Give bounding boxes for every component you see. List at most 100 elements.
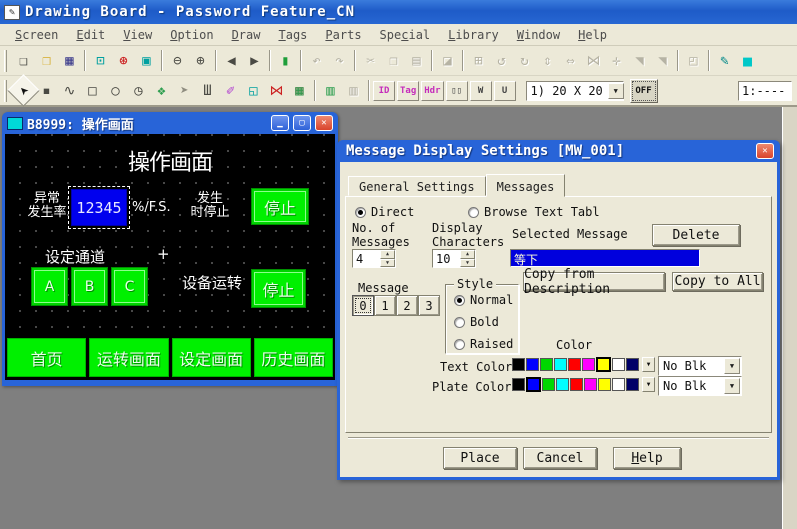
next-screen-icon[interactable]: ▶ xyxy=(243,49,266,72)
channel-c-button[interactable]: C xyxy=(111,267,148,306)
ellipse-tool-icon[interactable]: ○ xyxy=(104,79,127,102)
open-file-icon[interactable]: ❒ xyxy=(35,49,58,72)
numeric-display[interactable]: 12345 xyxy=(71,189,127,226)
graph-u-icon[interactable]: U xyxy=(494,81,516,101)
close-button[interactable]: ✕ xyxy=(315,115,333,131)
id-display-field[interactable]: 1:---- xyxy=(738,81,792,101)
nav-history-button[interactable]: 历史画面 xyxy=(254,338,333,377)
alarm-icon[interactable]: ⊛ xyxy=(112,49,135,72)
paste-icon[interactable]: ▤ xyxy=(405,49,428,72)
rectangle-tool-icon[interactable]: □ xyxy=(81,79,104,102)
copy-icon[interactable]: ❐ xyxy=(382,49,405,72)
toolbar-grip[interactable] xyxy=(4,50,7,72)
new-file-icon[interactable]: ❏ xyxy=(12,49,35,72)
menu-draw[interactable]: Draw xyxy=(223,26,270,44)
counter-icon[interactable]: ▯▯ xyxy=(446,81,468,101)
menu-view[interactable]: View xyxy=(114,26,161,44)
help-button[interactable]: Help xyxy=(613,447,681,469)
library-icon[interactable]: ▥ xyxy=(319,79,342,102)
exit-door-icon[interactable]: ▮ xyxy=(274,49,297,72)
tag-tag-icon[interactable]: Tag xyxy=(397,81,419,101)
rotate-right-icon[interactable]: ↻ xyxy=(513,49,536,72)
off-toggle-button[interactable]: OFF xyxy=(630,79,658,103)
menu-help[interactable]: Help xyxy=(569,26,616,44)
grid-size-select[interactable]: 1) 20 X 20 ▼ xyxy=(526,81,624,101)
menu-tags[interactable]: Tags xyxy=(269,26,316,44)
rotate-left-icon[interactable]: ↺ xyxy=(490,49,513,72)
duplicate-icon[interactable]: ⊞ xyxy=(467,49,490,72)
image-tool-icon[interactable]: ▦ xyxy=(288,79,311,102)
menu-edit[interactable]: Edit xyxy=(67,26,114,44)
id-tag-icon[interactable]: ID xyxy=(373,81,395,101)
eraser-icon[interactable]: ◪ xyxy=(436,49,459,72)
redo-icon[interactable]: ↷ xyxy=(328,49,351,72)
hmi-canvas[interactable]: 操作画面 异常 发生率 12345 %/F.S. 发生 时停止 停止 设定通道 … xyxy=(5,134,335,380)
fill-color-icon[interactable]: ■ xyxy=(736,49,759,72)
stop-lamp-bottom[interactable]: 停止 xyxy=(251,269,306,308)
device-run-label[interactable]: 设备运转 xyxy=(182,272,242,293)
shadow-off-icon[interactable]: ◥ xyxy=(651,49,674,72)
nav-run-button[interactable]: 运转画面 xyxy=(89,338,168,377)
shrink-icon[interactable]: ⋈ xyxy=(582,49,605,72)
arrow-shape-icon[interactable]: ➤ xyxy=(173,79,196,102)
scale-tool-icon[interactable]: Ш xyxy=(196,79,219,102)
occur-stop-label[interactable]: 发生 时停止 xyxy=(184,192,236,220)
menu-parts[interactable]: Parts xyxy=(316,26,370,44)
screen-window-title: B8999: 操作画面 xyxy=(27,114,267,133)
toolbar-separator xyxy=(431,50,433,71)
text-tool-icon[interactable]: ✐ xyxy=(219,79,242,102)
dialog-titlebar[interactable]: Message Display Settings [MW_001] ✕ xyxy=(340,140,777,162)
menu-screen[interactable]: Screen xyxy=(6,26,67,44)
overlap-icon[interactable]: ◰ xyxy=(682,49,705,72)
menu-option[interactable]: Option xyxy=(161,26,222,44)
enlarge-icon[interactable]: ✛ xyxy=(605,49,628,72)
zoom-out-icon[interactable]: ⊖ xyxy=(166,49,189,72)
flip-horizontal-icon[interactable]: ⇔ xyxy=(559,49,582,72)
cancel-button[interactable]: Cancel xyxy=(523,447,597,469)
stop-lamp-top[interactable]: 停止 xyxy=(251,188,309,225)
cut-icon[interactable]: ✂ xyxy=(359,49,382,72)
zoom-in-icon[interactable]: ⊕ xyxy=(189,49,212,72)
window-w-icon[interactable]: W xyxy=(470,81,492,101)
menu-special[interactable]: Special xyxy=(371,26,440,44)
minimize-button[interactable]: ▁ xyxy=(271,115,289,131)
menu-window[interactable]: Window xyxy=(508,26,569,44)
hmi-screen-title[interactable]: 操作画面 xyxy=(5,145,335,177)
place-button[interactable]: Place xyxy=(443,447,517,469)
screen-image-icon[interactable]: ▣ xyxy=(135,49,158,72)
library-alt-icon[interactable]: ▥ xyxy=(342,79,365,102)
line-tool-icon[interactable]: ∿ xyxy=(58,79,81,102)
draw-pen-icon[interactable]: ✎ xyxy=(713,49,736,72)
channel-label[interactable]: 设定通道 xyxy=(45,246,105,267)
parts-tool-icon[interactable]: ⋈ xyxy=(265,79,288,102)
dialog-close-button[interactable]: ✕ xyxy=(756,143,774,159)
undo-icon[interactable]: ↶ xyxy=(305,49,328,72)
tab-messages[interactable]: Messages xyxy=(486,174,566,197)
center-mark: + xyxy=(157,245,170,263)
occur-stop-line1: 发生 xyxy=(184,192,236,206)
maximize-button[interactable]: ▢ xyxy=(293,115,311,131)
toolbar-separator xyxy=(708,50,710,71)
shadow-on-icon[interactable]: ◥ xyxy=(628,49,651,72)
occur-stop-line2: 时停止 xyxy=(184,206,236,220)
channel-b-button[interactable]: B xyxy=(71,267,108,306)
channel-a-button[interactable]: A xyxy=(31,267,68,306)
screen-window-titlebar[interactable]: B8999: 操作画面 ▁ ▢ ✕ xyxy=(5,112,335,134)
flip-vertical-icon[interactable]: ⇕ xyxy=(536,49,559,72)
arc-tool-icon[interactable]: ◷ xyxy=(127,79,150,102)
tab-general-settings[interactable]: General Settings xyxy=(348,176,486,196)
prev-screen-icon[interactable]: ◀ xyxy=(220,49,243,72)
nav-home-button[interactable]: 首页 xyxy=(7,338,86,377)
screen-jump-icon[interactable]: ⊡ xyxy=(89,49,112,72)
abnormal-rate-label[interactable]: 异常 发生率 xyxy=(21,192,73,220)
toolbar-separator xyxy=(462,50,464,71)
paint-tool-icon[interactable]: ❖ xyxy=(150,79,173,102)
unit-label[interactable]: %/F.S. xyxy=(132,200,171,215)
save-icon[interactable]: ▦ xyxy=(58,49,81,72)
hdr-tag-icon[interactable]: Hdr xyxy=(421,81,443,101)
nav-setting-button[interactable]: 设定画面 xyxy=(172,338,251,377)
abnormal-rate-line1: 异常 xyxy=(21,192,73,206)
chevron-down-icon[interactable]: ▼ xyxy=(608,83,624,99)
menu-library[interactable]: Library xyxy=(439,26,508,44)
textbox-tool-icon[interactable]: ◱ xyxy=(242,79,265,102)
